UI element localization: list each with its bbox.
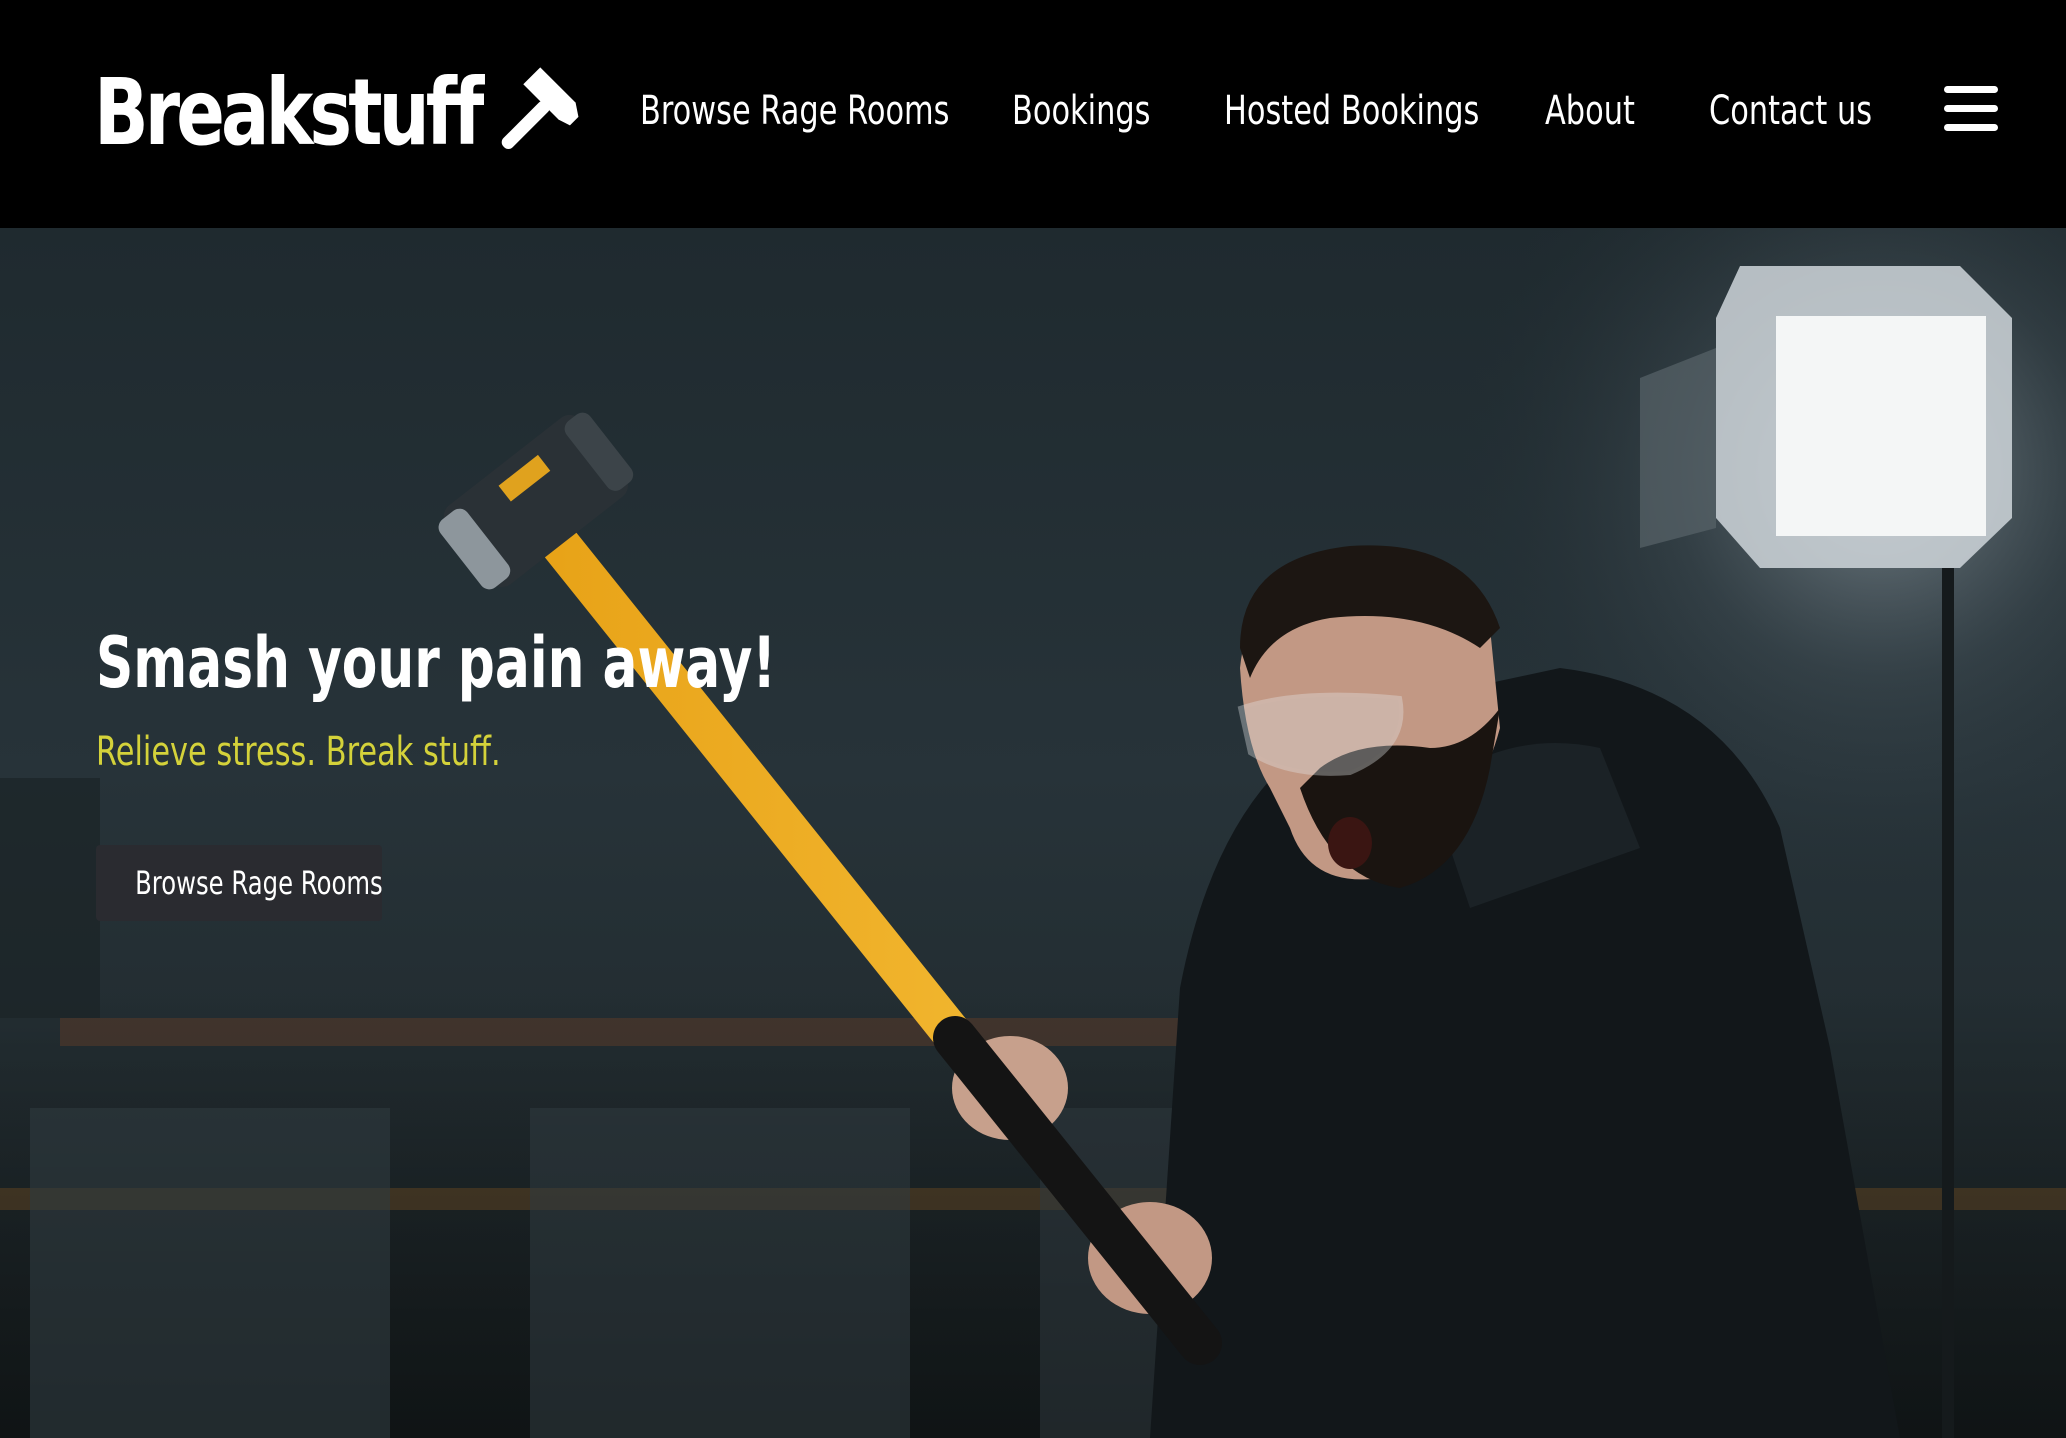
- hero-subtitle: Relieve stress. Break stuff.: [96, 729, 501, 775]
- nav-hosted-bookings[interactable]: Hosted Bookings: [1224, 80, 1479, 142]
- browse-rage-rooms-button[interactable]: Browse Rage Rooms: [96, 845, 383, 921]
- nav-contact-us[interactable]: Contact us: [1709, 80, 1872, 142]
- hamburger-menu-icon[interactable]: [1944, 84, 1998, 132]
- nav-bookings[interactable]: Bookings: [1012, 80, 1151, 142]
- main-nav: Browse Rage Rooms Bookings Hosted Bookin…: [0, 80, 2066, 142]
- hero-title: Smash your pain away!: [96, 622, 777, 704]
- browse-rage-rooms-button-label: Browse Rage Rooms: [135, 864, 383, 902]
- nav-about[interactable]: About: [1545, 80, 1635, 142]
- hero-section: Smash your pain away! Relieve stress. Br…: [0, 228, 2066, 1438]
- site-header: Breakstuff Browse Rage Rooms Bookings Ho…: [0, 0, 2066, 228]
- nav-browse-rage-rooms[interactable]: Browse Rage Rooms: [640, 80, 950, 142]
- hero-background-image: [0, 228, 2066, 1438]
